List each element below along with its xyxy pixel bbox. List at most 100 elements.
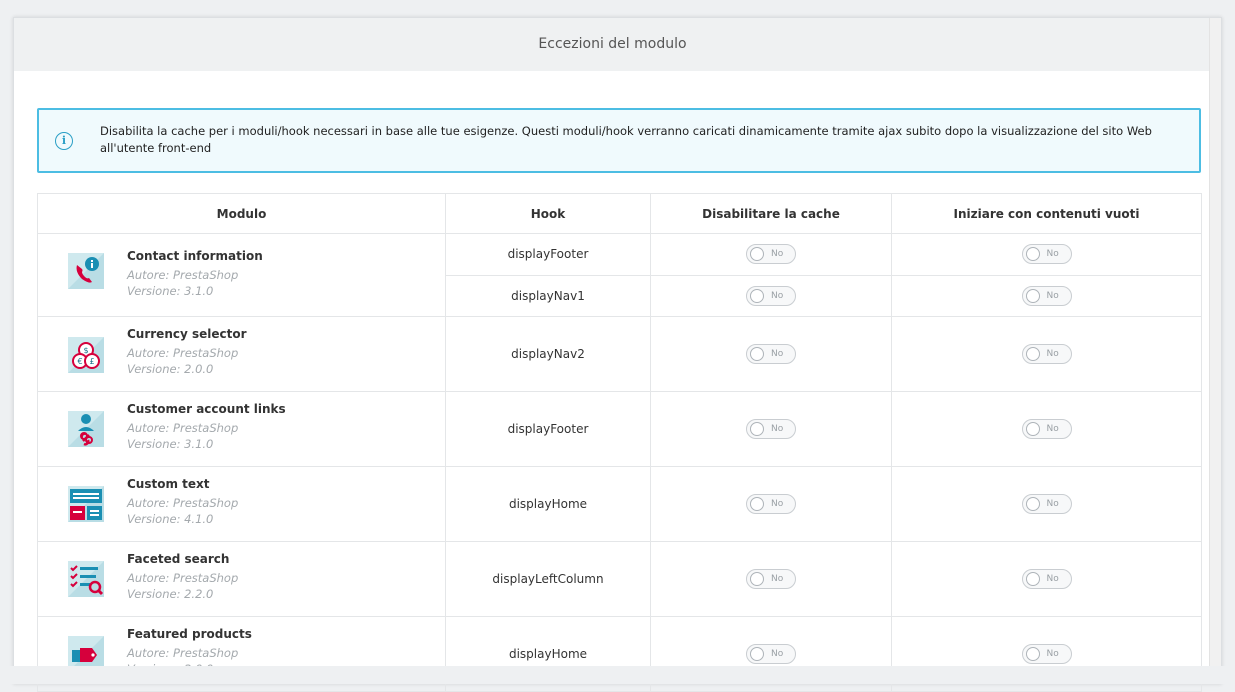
disable-cache-cell: No xyxy=(650,316,892,392)
panel-title: Eccezioni del modulo xyxy=(14,18,1211,71)
module-cell: Contact information Autore: PrestaShop V… xyxy=(37,233,446,317)
module-name: Featured products xyxy=(127,627,252,641)
module-name: Contact information xyxy=(127,249,263,263)
info-circle-icon: i xyxy=(55,132,73,150)
toggle-knob xyxy=(1025,497,1040,511)
module-author: Autore: PrestaShop xyxy=(127,268,239,282)
toggle-label: No xyxy=(771,424,784,434)
hook-cell: displayLeftColumn xyxy=(445,541,651,617)
col-header-hook: Hook xyxy=(445,193,651,234)
toggle-label: No xyxy=(771,290,784,301)
disable-cache-cell: No xyxy=(650,233,892,276)
module-author: Autore: PrestaShop xyxy=(127,346,239,360)
table-row: Faceted search Autore: PrestaShop Versio… xyxy=(37,541,1202,617)
toggle-label: No xyxy=(1046,424,1059,434)
module-cell: Custom text Autore: PrestaShop Versione:… xyxy=(37,466,446,542)
toggle-label: No xyxy=(771,499,784,509)
toggle-label: No xyxy=(1046,349,1059,359)
empty-content-cell: No xyxy=(891,541,1202,617)
disable-cache-cell: No xyxy=(650,274,892,317)
toggle-label: No xyxy=(771,249,784,260)
toggle-knob xyxy=(1025,572,1040,586)
table-row: $ € £ Currency selector Autore: PrestaShop… xyxy=(37,316,1202,392)
empty-content-cell: No xyxy=(891,274,1202,317)
module-name: Customer account links xyxy=(127,402,286,416)
empty-content-cell: No xyxy=(891,466,1202,542)
disable-cache-toggle[interactable]: No xyxy=(746,494,796,514)
toggle-label: No xyxy=(1046,290,1059,301)
toggle-label: No xyxy=(771,649,784,659)
hook-cell: displayFooter xyxy=(445,391,651,467)
module-cell: $ € £ Currency selector Autore: PrestaShop… xyxy=(37,316,446,392)
empty-content-cell: No xyxy=(891,233,1202,276)
alert-text: Disabilita la cache per i moduli/hook ne… xyxy=(100,124,1152,155)
table-row: Contact information Autore: PrestaShop V… xyxy=(37,233,1202,317)
empty-content-cell: No xyxy=(891,391,1202,467)
disable-cache-toggle[interactable]: No xyxy=(746,644,796,664)
modules-table: Modulo Hook Disabilitare la cache Inizia… xyxy=(37,193,1202,692)
module-version: Versione: 4.1.0 xyxy=(127,512,214,526)
module-author: Autore: PrestaShop xyxy=(127,421,239,435)
module-author: Autore: PrestaShop xyxy=(127,496,239,510)
currency-coins-icon: $ € £ xyxy=(68,337,104,373)
hook-cell: displayNav2 xyxy=(445,316,651,392)
disable-cache-toggle[interactable]: No xyxy=(746,419,796,439)
module-version: Versione: 3.1.0 xyxy=(127,284,214,298)
toggle-knob xyxy=(750,497,764,511)
col-header-disable-cache: Disabilitare la cache xyxy=(650,193,892,234)
disable-cache-cell: No xyxy=(650,541,892,617)
toggle-knob xyxy=(750,247,764,262)
toggle-label: No xyxy=(1046,499,1059,509)
toggle-knob xyxy=(1025,347,1040,361)
toggle-knob xyxy=(750,347,764,361)
text-block-icon xyxy=(68,486,104,522)
disable-cache-toggle[interactable]: No xyxy=(746,244,796,265)
hook-cell: displayNav1 xyxy=(445,274,651,317)
checklist-search-icon xyxy=(68,561,104,597)
svg-text:£: £ xyxy=(89,357,94,366)
disable-cache-toggle[interactable]: No xyxy=(746,344,796,364)
module-version: Versione: 2.2.0 xyxy=(127,587,214,601)
table-row: Customer account links Autore: PrestaSho… xyxy=(37,391,1202,467)
toggle-label: No xyxy=(1046,249,1059,260)
disable-cache-cell: No xyxy=(650,466,892,542)
table-header-row: Modulo Hook Disabilitare la cache Inizia… xyxy=(37,193,1202,234)
empty-content-toggle[interactable]: No xyxy=(1021,285,1072,306)
disable-cache-toggle[interactable]: No xyxy=(746,285,796,306)
toggle-knob xyxy=(750,288,764,303)
empty-content-toggle[interactable]: No xyxy=(1021,644,1072,664)
module-name: Faceted search xyxy=(127,552,230,566)
svg-text:$: $ xyxy=(83,346,88,355)
module-name: Custom text xyxy=(127,477,210,491)
svg-text:€: € xyxy=(77,357,82,366)
module-author: Autore: PrestaShop xyxy=(127,571,239,585)
modules-table-wrapper: Modulo Hook Disabilitare la cache Inizia… xyxy=(37,193,1202,692)
toggle-knob xyxy=(750,422,764,436)
col-header-empty-content: Iniziare con contenuti vuoti xyxy=(891,193,1202,234)
empty-content-toggle[interactable]: No xyxy=(1021,494,1072,514)
col-header-module: Modulo xyxy=(37,193,446,234)
page-bottom-edge xyxy=(0,666,1235,684)
phone-info-icon xyxy=(68,253,104,289)
module-version: Versione: 3.1.0 xyxy=(127,437,214,451)
toggle-knob xyxy=(750,647,764,661)
scrollbar[interactable] xyxy=(1209,18,1221,684)
module-name: Currency selector xyxy=(127,327,247,341)
toggle-label: No xyxy=(1046,649,1059,659)
toggle-knob xyxy=(1025,647,1040,661)
toggle-label: No xyxy=(1046,574,1059,584)
toggle-label: No xyxy=(771,349,784,359)
empty-content-toggle[interactable]: No xyxy=(1021,419,1072,439)
empty-content-toggle[interactable]: No xyxy=(1021,344,1072,364)
module-cell: Customer account links Autore: PrestaSho… xyxy=(37,391,446,467)
table-row: Custom text Autore: PrestaShop Versione:… xyxy=(37,466,1202,542)
empty-content-toggle[interactable]: No xyxy=(1021,569,1072,589)
disable-cache-cell: No xyxy=(650,391,892,467)
empty-content-toggle[interactable]: No xyxy=(1021,244,1072,265)
module-cell: Faceted search Autore: PrestaShop Versio… xyxy=(37,541,446,617)
toggle-label: No xyxy=(771,574,784,584)
module-exceptions-panel: Eccezioni del modulo i Disabilita la cac… xyxy=(13,17,1222,692)
disable-cache-toggle[interactable]: No xyxy=(746,569,796,589)
module-version: Versione: 2.0.0 xyxy=(127,362,214,376)
hook-cell: displayFooter xyxy=(445,233,651,276)
